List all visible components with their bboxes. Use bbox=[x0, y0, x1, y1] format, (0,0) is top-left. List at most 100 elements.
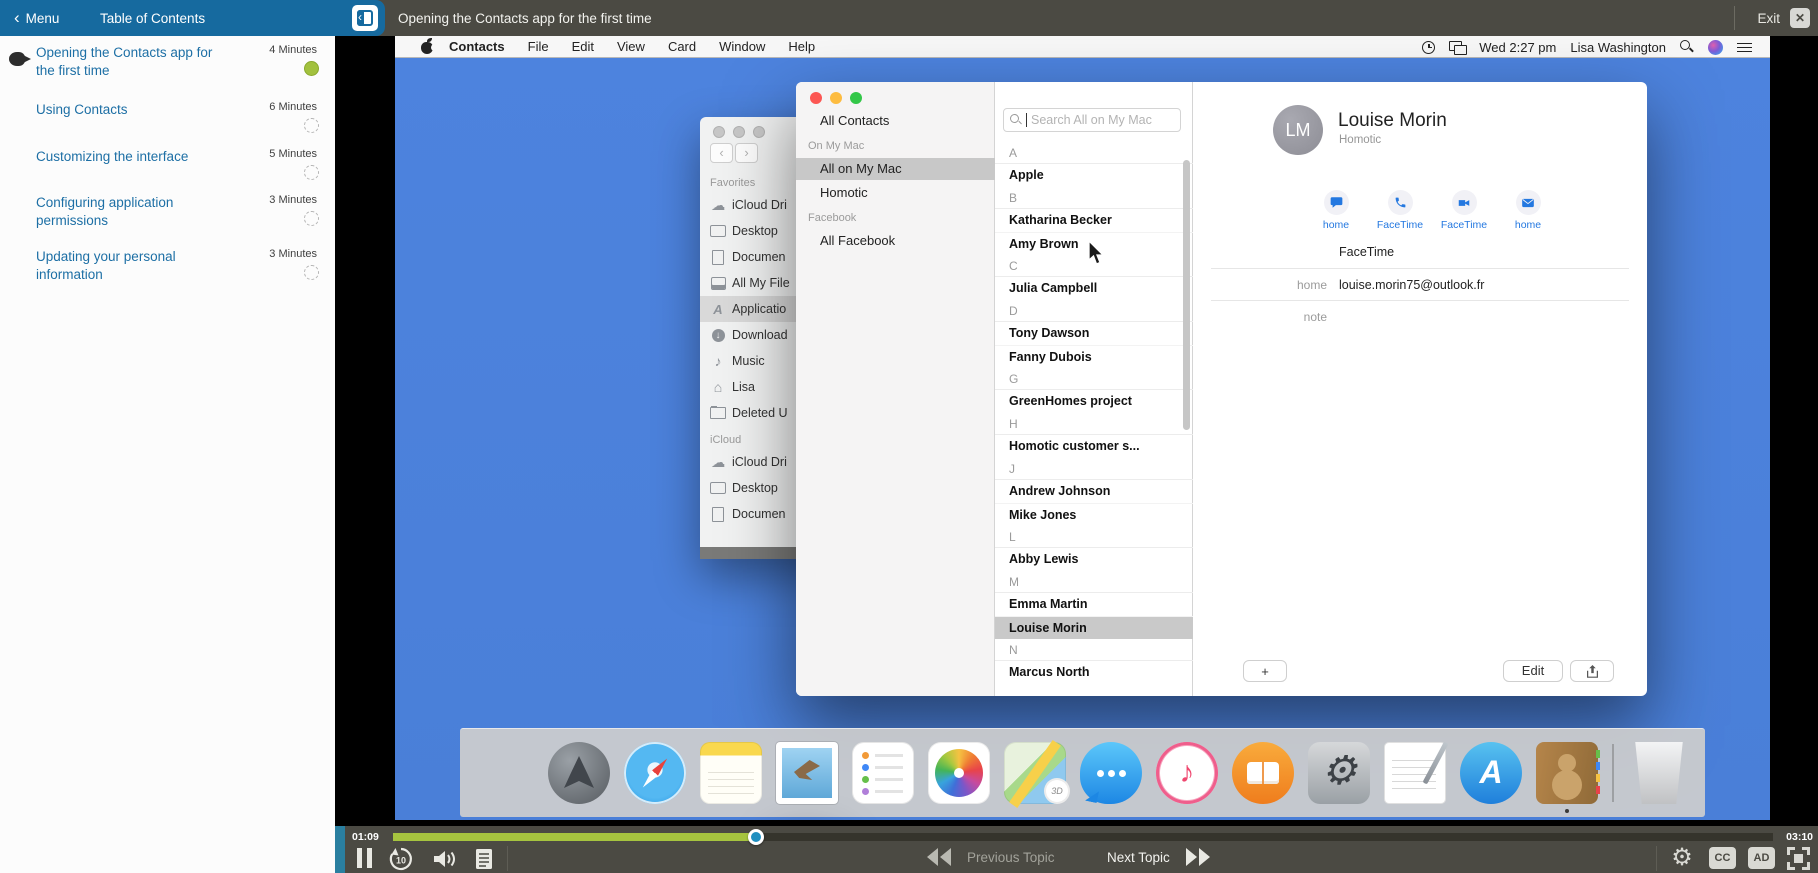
search-input[interactable] bbox=[1031, 113, 1171, 127]
contact-row[interactable]: Katharina Becker bbox=[995, 209, 1193, 232]
seek-bar[interactable] bbox=[393, 829, 1773, 845]
contact-row[interactable]: Marcus North bbox=[995, 661, 1193, 684]
dock-icon[interactable] bbox=[1232, 742, 1294, 804]
finder-sidebar-item[interactable]: Documen bbox=[700, 501, 810, 527]
previous-topic-button[interactable]: Previous Topic bbox=[927, 848, 1055, 866]
contact-row[interactable]: Mike Jones bbox=[995, 503, 1193, 526]
forward-button[interactable]: › bbox=[735, 143, 758, 163]
facetime-audio-action[interactable]: FaceTime bbox=[1375, 190, 1425, 231]
finder-sidebar-item[interactable]: Download bbox=[700, 322, 810, 348]
contact-row[interactable]: Fanny Dubois bbox=[995, 345, 1193, 368]
dock-icon[interactable] bbox=[548, 742, 610, 804]
dock-icon[interactable] bbox=[776, 742, 838, 804]
finder-sidebar-item[interactable]: ☁ iCloud Dri bbox=[700, 192, 810, 218]
add-contact-button[interactable]: + bbox=[1243, 660, 1287, 682]
dock-icon[interactable] bbox=[1004, 742, 1068, 804]
menu-item[interactable]: File bbox=[528, 39, 549, 54]
finder-sidebar-item[interactable]: Documen bbox=[700, 244, 810, 270]
contact-row[interactable]: N bbox=[995, 639, 1193, 661]
contact-row[interactable]: Emma Martin bbox=[995, 593, 1193, 616]
menubar-clock[interactable]: Wed 2:27 pm bbox=[1479, 40, 1556, 55]
zoom-icon[interactable] bbox=[850, 92, 862, 104]
search-field[interactable] bbox=[1003, 108, 1181, 132]
dock-icon[interactable] bbox=[624, 742, 686, 804]
menubar-app-name[interactable]: Contacts bbox=[449, 39, 505, 54]
contact-row[interactable]: J bbox=[995, 458, 1193, 480]
next-topic-button[interactable]: Next Topic bbox=[1107, 848, 1210, 866]
dock-icon[interactable] bbox=[1460, 742, 1522, 804]
contact-row[interactable]: G bbox=[995, 368, 1193, 390]
menubar-user[interactable]: Lisa Washington bbox=[1570, 40, 1666, 55]
notification-center-icon[interactable] bbox=[1737, 42, 1752, 53]
transcript-button[interactable] bbox=[473, 847, 495, 873]
pause-button[interactable] bbox=[355, 848, 375, 868]
finder-sidebar-item-selected[interactable]: A Applicatio bbox=[700, 296, 810, 322]
minimize-icon[interactable] bbox=[830, 92, 842, 104]
contact-row[interactable]: Apple bbox=[995, 164, 1193, 187]
close-icon[interactable] bbox=[810, 92, 822, 104]
contact-row[interactable]: Homotic customer s... bbox=[995, 435, 1193, 458]
contact-row[interactable]: H bbox=[995, 413, 1193, 435]
finder-sidebar-item[interactable]: ♪ Music bbox=[700, 348, 810, 374]
finder-sidebar-item[interactable]: Deleted U bbox=[700, 400, 810, 426]
fullscreen-button[interactable] bbox=[1787, 847, 1810, 870]
group-all-contacts[interactable]: All Contacts bbox=[820, 113, 889, 128]
contact-row[interactable]: D bbox=[995, 300, 1193, 322]
group-all-on-my-mac-selected[interactable]: All on My Mac bbox=[796, 158, 995, 180]
finder-sidebar-item[interactable]: Desktop bbox=[700, 475, 810, 501]
zoom-icon[interactable] bbox=[753, 126, 765, 138]
contact-row[interactable]: B bbox=[995, 187, 1193, 209]
volume-button[interactable] bbox=[431, 847, 459, 873]
video-frame[interactable]: Contacts File Edit View Card Window Help Wed … bbox=[335, 36, 1818, 826]
minimize-icon[interactable] bbox=[733, 126, 745, 138]
finder-sidebar-item[interactable]: Desktop bbox=[700, 218, 810, 244]
menu-item[interactable]: Window bbox=[719, 39, 765, 54]
seek-handle[interactable] bbox=[747, 829, 764, 845]
time-machine-icon[interactable] bbox=[1422, 40, 1436, 54]
dock-icon[interactable] bbox=[852, 742, 914, 804]
dock-icon[interactable] bbox=[1156, 742, 1218, 804]
finder-sidebar-item[interactable]: ⌂ Lisa bbox=[700, 374, 810, 400]
contact-row[interactable]: A bbox=[995, 142, 1193, 164]
spotlight-search-icon[interactable] bbox=[1680, 40, 1694, 54]
contact-row[interactable]: Andrew Johnson bbox=[995, 480, 1193, 503]
collapse-sidebar-button[interactable]: ‹ bbox=[352, 5, 378, 31]
dock-icon[interactable] bbox=[1612, 744, 1614, 802]
back-button[interactable]: ‹ bbox=[710, 143, 733, 163]
group-homotic[interactable]: Homotic bbox=[796, 182, 995, 204]
dock-icon[interactable] bbox=[1628, 742, 1690, 804]
facetime-video-action[interactable]: FaceTime bbox=[1439, 190, 1489, 231]
dock-icon[interactable] bbox=[1308, 742, 1370, 804]
contact-row[interactable]: Louise Morin bbox=[995, 616, 1193, 639]
siri-icon[interactable] bbox=[1708, 39, 1723, 55]
menu-item[interactable]: Help bbox=[788, 39, 815, 54]
menu-item[interactable]: Card bbox=[668, 39, 696, 54]
contact-row[interactable]: GreenHomes project bbox=[995, 390, 1193, 413]
email-value[interactable]: louise.morin75@outlook.fr bbox=[1339, 278, 1484, 292]
dock-icon[interactable] bbox=[1536, 742, 1600, 813]
contact-row[interactable]: M bbox=[995, 571, 1193, 593]
share-button[interactable] bbox=[1570, 660, 1614, 682]
apple-icon[interactable] bbox=[421, 38, 438, 54]
dock-icon[interactable] bbox=[1080, 742, 1142, 804]
displays-icon[interactable] bbox=[1449, 41, 1468, 55]
finder-sidebar-item[interactable]: ☁ iCloud Dri bbox=[700, 449, 810, 475]
contact-row[interactable]: Julia Campbell bbox=[995, 277, 1193, 300]
exit-close-button[interactable]: ✕ bbox=[1790, 8, 1810, 28]
settings-button[interactable]: ⚙ bbox=[1668, 844, 1696, 872]
closed-captions-button[interactable]: CC bbox=[1709, 847, 1736, 869]
edit-button[interactable]: Edit bbox=[1503, 660, 1563, 682]
contact-row[interactable]: Tony Dawson bbox=[995, 322, 1193, 345]
message-action[interactable]: home bbox=[1311, 190, 1361, 231]
dock-icon[interactable] bbox=[928, 742, 990, 804]
dock-icon[interactable] bbox=[1384, 742, 1446, 804]
contact-row[interactable]: L bbox=[995, 526, 1193, 548]
menu-item[interactable]: Edit bbox=[572, 39, 594, 54]
finder-sidebar-item[interactable]: All My File bbox=[700, 270, 810, 296]
contact-row[interactable]: Abby Lewis bbox=[995, 548, 1193, 571]
scrollbar[interactable] bbox=[1183, 160, 1190, 430]
rewind-10-button[interactable]: 10 bbox=[388, 846, 414, 873]
audio-description-button[interactable]: AD bbox=[1748, 847, 1775, 869]
mail-action[interactable]: home bbox=[1503, 190, 1553, 231]
menu-item[interactable]: View bbox=[617, 39, 645, 54]
